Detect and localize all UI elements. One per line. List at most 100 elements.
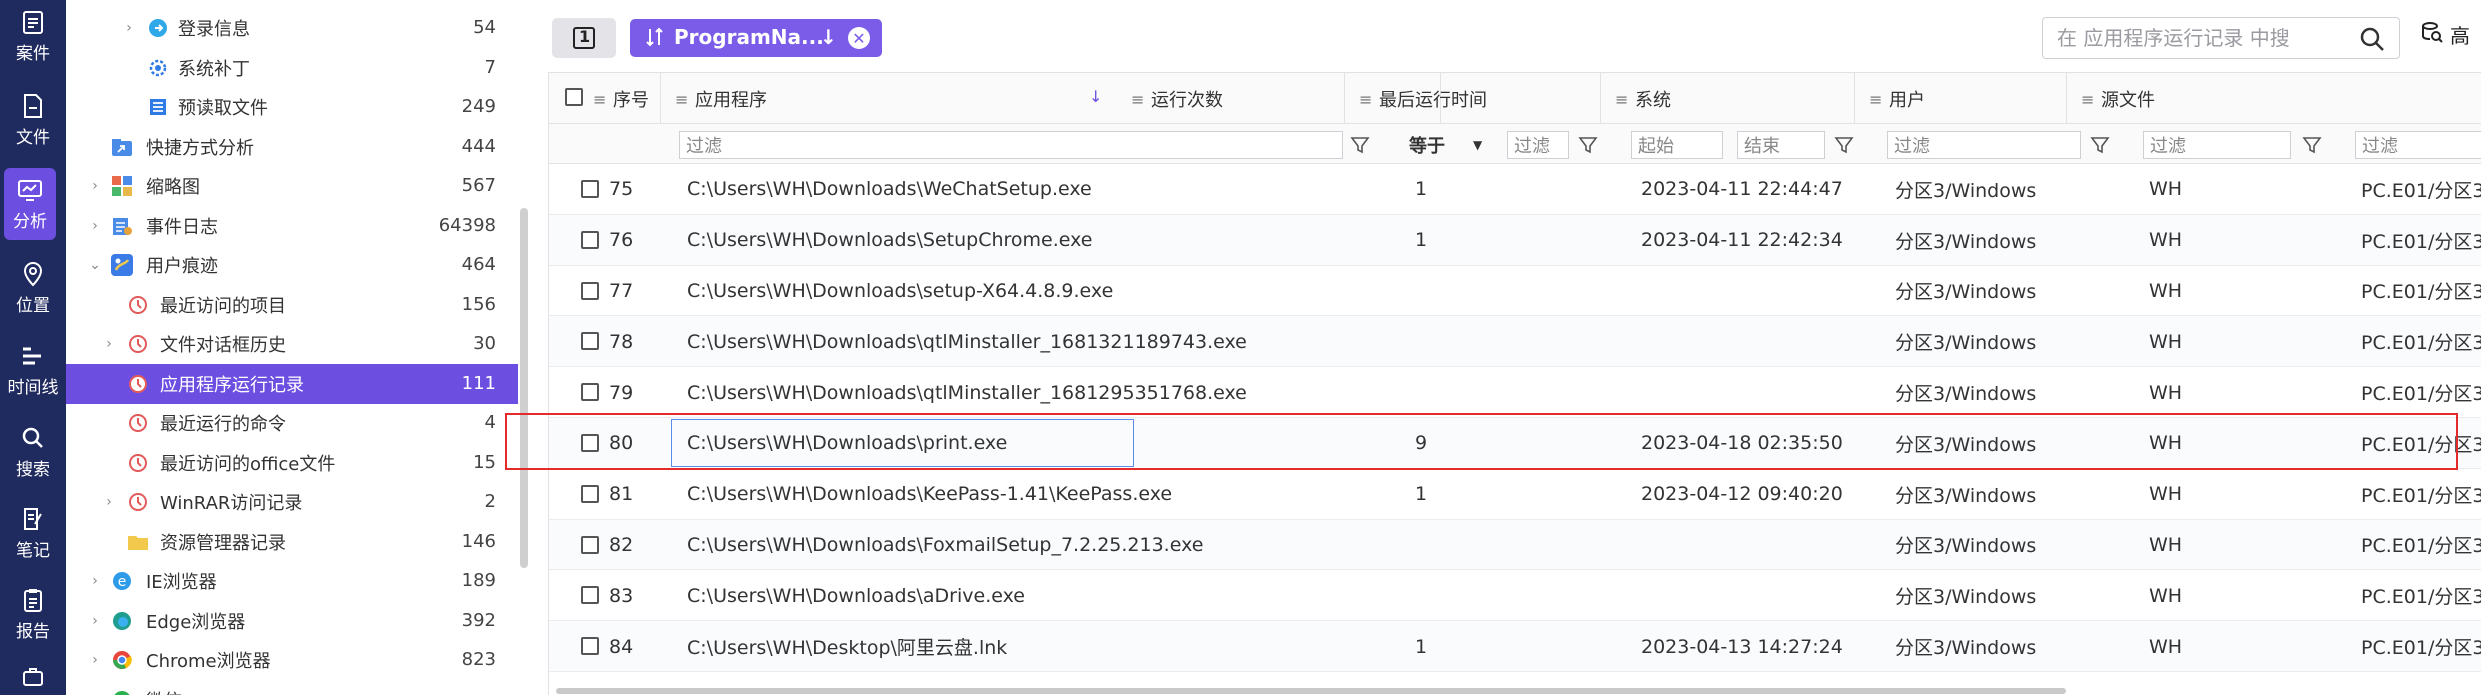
user-filter-input[interactable]: 过滤 <box>2143 131 2291 159</box>
tree-item-app-run-records[interactable]: 应用程序运行记录 111 <box>66 364 518 404</box>
row-checkbox[interactable] <box>581 535 599 554</box>
tree-item-login-info[interactable]: › 登录信息 54 <box>66 8 518 48</box>
tree-item-wechat[interactable]: › 微信 <box>66 680 518 695</box>
rail-item-file[interactable]: 文件 <box>0 84 66 156</box>
rail-item-case[interactable]: 案件 <box>0 0 66 72</box>
row-checkbox[interactable] <box>581 586 599 605</box>
chevron-right-icon[interactable]: › <box>88 218 102 234</box>
filter-icon[interactable] <box>1577 134 1599 156</box>
cell-user: WH <box>2149 483 2183 506</box>
table-row[interactable]: 78 C:\Users\WH\Downloads\qtlMinstaller_1… <box>549 316 2481 368</box>
rail-item-search[interactable]: 搜索 <box>0 416 66 488</box>
chevron-right-icon[interactable]: › <box>102 494 116 510</box>
column-title: 最后运行时间 <box>1379 90 1487 111</box>
tree-item-chrome-browser[interactable]: › Chrome浏览器 823 <box>66 640 518 680</box>
rail-item-analysis[interactable]: 分析 <box>4 168 56 240</box>
row-checkbox[interactable] <box>581 637 599 656</box>
row-checkbox[interactable] <box>581 383 599 402</box>
search-input[interactable] <box>2057 24 2347 52</box>
tree-item-shortcut-analysis[interactable]: 快捷方式分析 444 <box>66 127 518 167</box>
rail-item-note[interactable]: 笔记 <box>0 497 66 569</box>
column-header-source[interactable]: ≡ 源文件 <box>2067 73 2481 125</box>
tree-item-ie-browser[interactable]: › e IE浏览器 189 <box>66 561 518 601</box>
column-menu-icon[interactable]: ≡ <box>1131 90 1144 109</box>
row-checkbox[interactable] <box>581 230 599 249</box>
chevron-down-icon[interactable]: ⌄ <box>88 257 102 273</box>
chevron-right-icon[interactable]: › <box>102 336 116 352</box>
rail-item-more[interactable] <box>0 656 66 695</box>
cell-app[interactable]: C:\Users\WH\Downloads\print.exe <box>687 418 1007 469</box>
table-row[interactable]: 84 C:\Users\WH\Desktop\阿里云盘.lnk 1 2023-0… <box>549 621 2481 672</box>
column-menu-icon[interactable]: ≡ <box>593 90 606 109</box>
cell-index: 81 <box>609 483 634 506</box>
runs-operator-select[interactable]: 等于 ▼ <box>1403 131 1497 159</box>
row-checkbox[interactable] <box>581 332 599 351</box>
tree-label: 事件日志 <box>146 216 218 238</box>
table-row[interactable]: 79 C:\Users\WH\Downloads\qtlMinstaller_1… <box>549 367 2481 418</box>
chevron-right-icon[interactable]: › <box>88 573 102 589</box>
horizontal-scrollbar[interactable] <box>556 688 2066 694</box>
tree-item-user-traces[interactable]: ⌄ 用户痕迹 464 <box>66 245 518 285</box>
table-row[interactable]: 82 C:\Users\WH\Downloads\FoxmailSetup_7.… <box>549 519 2481 571</box>
select-all-checkbox[interactable] <box>565 88 583 106</box>
start-time-input[interactable]: 起始 <box>1631 131 1723 159</box>
search-icon[interactable] <box>2359 26 2385 52</box>
source-filter-input[interactable]: 过滤 <box>2355 131 2481 159</box>
advanced-search-button[interactable]: 高 <box>2420 20 2470 49</box>
column-header-last-run[interactable]: ≡ 最后运行时间 <box>1345 73 1601 125</box>
cell-source: PC.E01/分区3 <box>2361 637 2481 660</box>
runs-filter-input[interactable]: 过滤 <box>1507 131 1569 159</box>
single-view-button[interactable]: 1 <box>552 18 616 58</box>
row-checkbox[interactable] <box>581 434 599 452</box>
filter-icon[interactable] <box>2089 134 2111 156</box>
tree-item-prefetch[interactable]: 预读取文件 249 <box>66 87 518 127</box>
column-menu-icon[interactable]: ≡ <box>675 90 688 109</box>
arrow-down-icon[interactable]: ↓ <box>820 25 837 49</box>
sort-desc-icon[interactable]: ↓ <box>1089 87 1102 106</box>
tree-item-event-log[interactable]: › 事件日志 64398 <box>66 206 518 246</box>
tree-scrollbar[interactable] <box>520 208 528 568</box>
table-row[interactable]: 81 C:\Users\WH\Downloads\KeePass-1.41\Ke… <box>549 469 2481 520</box>
row-checkbox[interactable] <box>581 281 599 300</box>
table-row[interactable]: 77 C:\Users\WH\Downloads\setup-X64.4.8.9… <box>549 266 2481 317</box>
column-header-index[interactable]: ≡ 序号 <box>549 73 661 125</box>
tree-item-recent-commands[interactable]: 最近运行的命令 4 <box>66 403 518 443</box>
column-menu-icon[interactable]: ≡ <box>2081 90 2094 109</box>
chevron-right-icon[interactable]: › <box>122 20 136 36</box>
rail-item-location[interactable]: 位置 <box>0 252 66 324</box>
sort-chip[interactable]: ProgramNa... ↓ ✕ <box>630 19 882 57</box>
rail-item-timeline[interactable]: 时间线 <box>0 334 66 406</box>
chevron-right-icon[interactable]: › <box>88 613 102 629</box>
cell-user: WH <box>2149 330 2183 353</box>
tree-item-system-patch[interactable]: 系统补丁 7 <box>66 48 518 88</box>
chevron-right-icon[interactable]: › <box>88 178 102 194</box>
table-row[interactable]: 76 C:\Users\WH\Downloads\SetupChrome.exe… <box>549 214 2481 266</box>
column-header-user[interactable]: ≡ 用户 <box>1855 73 2067 125</box>
tree-item-winrar-records[interactable]: › WinRAR访问记录 2 <box>66 482 518 522</box>
column-menu-icon[interactable]: ≡ <box>1615 90 1628 109</box>
table-row[interactable]: 83 C:\Users\WH\Downloads\aDrive.exe 分区3/… <box>549 570 2481 622</box>
chevron-right-icon[interactable]: › <box>88 652 102 668</box>
row-checkbox[interactable] <box>581 180 599 198</box>
filter-icon[interactable] <box>1349 134 1371 156</box>
column-menu-icon[interactable]: ≡ <box>1359 90 1372 109</box>
tree-item-thumbnail[interactable]: › 缩略图 567 <box>66 166 518 206</box>
tree-item-explorer-records[interactable]: 资源管理器记录 146 <box>66 522 518 562</box>
table-row[interactable]: 75 C:\Users\WH\Downloads\WeChatSetup.exe… <box>549 164 2481 215</box>
filter-icon[interactable] <box>2301 134 2323 156</box>
end-time-input[interactable]: 结束 <box>1737 131 1825 159</box>
column-header-system[interactable]: ≡ 系统 <box>1601 73 1855 125</box>
tree-item-recent-office-files[interactable]: 最近访问的office文件 15 <box>66 443 518 483</box>
tree-item-recent-items[interactable]: 最近访问的项目 156 <box>66 285 518 325</box>
table-row-selected[interactable]: 80 C:\Users\WH\Downloads\print.exe 9 202… <box>549 418 2481 469</box>
app-filter-input[interactable]: 过滤 <box>679 131 1343 159</box>
close-icon[interactable]: ✕ <box>848 27 870 49</box>
filter-icon[interactable] <box>1833 134 1855 156</box>
system-filter-input[interactable]: 过滤 <box>1887 131 2081 159</box>
tree-item-edge-browser[interactable]: › Edge浏览器 392 <box>66 601 518 641</box>
rail-item-report[interactable]: 报告 <box>0 578 66 650</box>
column-header-runs[interactable]: ≡ 运行次数 <box>1117 73 1345 125</box>
column-menu-icon[interactable]: ≡ <box>1869 90 1882 109</box>
tree-item-file-dialog-history[interactable]: › 文件对话框历史 30 <box>66 324 518 364</box>
row-checkbox[interactable] <box>581 484 599 503</box>
